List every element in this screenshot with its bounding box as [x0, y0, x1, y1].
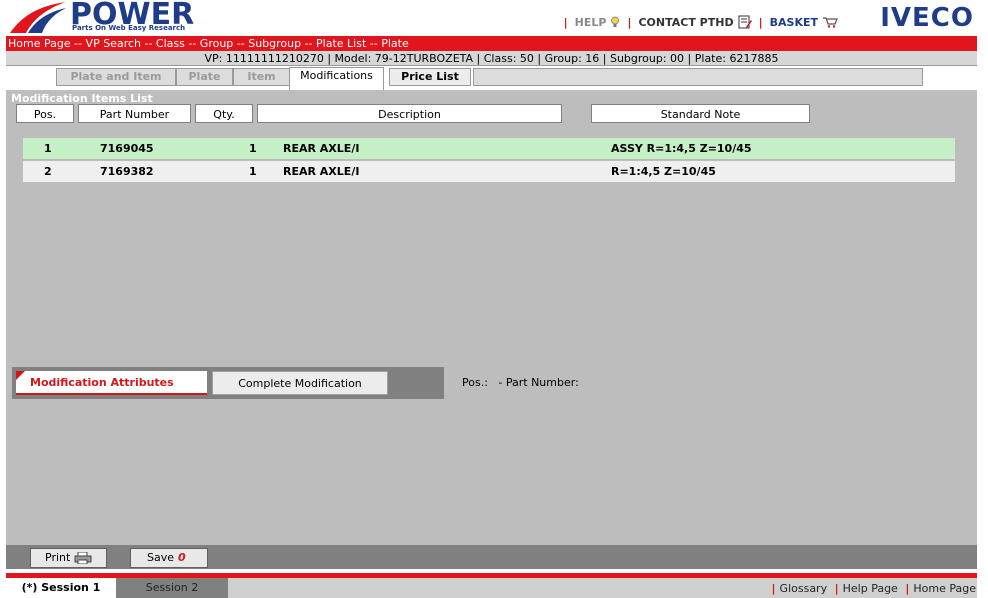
tab-plate-and-item[interactable]: Plate and Item: [56, 68, 176, 86]
glossary-link[interactable]: Glossary: [780, 582, 828, 595]
printer-icon: [74, 551, 92, 565]
selected-position-info: Pos.: - Part Number:: [462, 376, 579, 389]
col-header-pos: Pos.: [16, 104, 74, 123]
tab-complete-modification[interactable]: Complete Modification: [212, 371, 388, 395]
attributes-tab-bar: Modification Attributes Complete Modific…: [12, 367, 444, 399]
contact-link[interactable]: CONTACT PTHD: [638, 16, 733, 29]
basket-link[interactable]: BASKET: [770, 16, 818, 29]
cell-note: R=1:4,5 Z=10/45: [611, 165, 716, 178]
tab-price-list[interactable]: Price List: [389, 68, 471, 86]
col-header-qty: Qty.: [195, 104, 253, 123]
home-page-link[interactable]: Home Page: [913, 582, 976, 595]
cell-pos: 1: [44, 142, 52, 155]
cell-qty: 1: [249, 142, 257, 155]
logo-tagline: Parts On Web Easy Research: [72, 24, 186, 32]
col-header-description: Description: [257, 104, 562, 123]
top-links: | HELP | CONTACT PTHD | BASKET: [561, 12, 838, 32]
tab-item[interactable]: Item: [233, 68, 290, 86]
cart-icon[interactable]: [822, 16, 838, 28]
document-edit-icon[interactable]: [738, 15, 752, 29]
vehicle-info-bar: VP: 11111111210270 | Model: 79-12TURBOZE…: [6, 51, 977, 66]
cell-part-number: 7169382: [100, 165, 154, 178]
lightbulb-icon[interactable]: [610, 16, 620, 28]
cell-description: REAR AXLE/I: [283, 165, 360, 178]
table-row[interactable]: 2 7169382 1 REAR AXLE/I R=1:4,5 Z=10/45: [23, 161, 955, 182]
save-label: Save: [147, 551, 175, 564]
corner-marker-icon: [16, 371, 25, 380]
session-tab-1[interactable]: (*) Session 1: [6, 578, 116, 598]
save-count-badge: 0: [178, 551, 186, 564]
logo-swoosh-icon: [10, 2, 66, 33]
cell-part-number: 7169045: [100, 142, 154, 155]
cell-description: REAR AXLE/I: [283, 142, 360, 155]
tab-modification-attributes-label: Modification Attributes: [30, 376, 174, 389]
breadcrumb[interactable]: Home Page -- VP Search -- Class -- Group…: [6, 36, 977, 51]
help-page-link[interactable]: Help Page: [843, 582, 898, 595]
tab-modifications[interactable]: Modifications: [289, 67, 384, 90]
tab-bar-filler: [473, 68, 923, 86]
tab-plate[interactable]: Plate: [176, 68, 233, 86]
cell-note: ASSY R=1:4,5 Z=10/45: [611, 142, 752, 155]
table-row[interactable]: 1 7169045 1 REAR AXLE/I ASSY R=1:4,5 Z=1…: [23, 138, 955, 159]
footer-links: | Glossary | Help Page | Home Page: [771, 582, 976, 595]
col-header-part-number: Part Number: [78, 104, 191, 123]
power-logo[interactable]: POWER Parts On Web Easy Research: [8, 0, 194, 34]
cell-pos: 2: [44, 165, 52, 178]
tab-modification-attributes[interactable]: Modification Attributes: [16, 371, 207, 395]
print-label: Print: [45, 551, 71, 564]
iveco-logo: IVECO: [880, 3, 974, 33]
print-button[interactable]: Print: [30, 548, 107, 568]
session-tab-2[interactable]: Session 2: [116, 578, 228, 598]
col-header-standard-note: Standard Note: [591, 104, 810, 123]
cell-qty: 1: [249, 165, 257, 178]
help-link[interactable]: HELP: [575, 16, 607, 29]
save-button[interactable]: Save 0: [130, 548, 208, 568]
